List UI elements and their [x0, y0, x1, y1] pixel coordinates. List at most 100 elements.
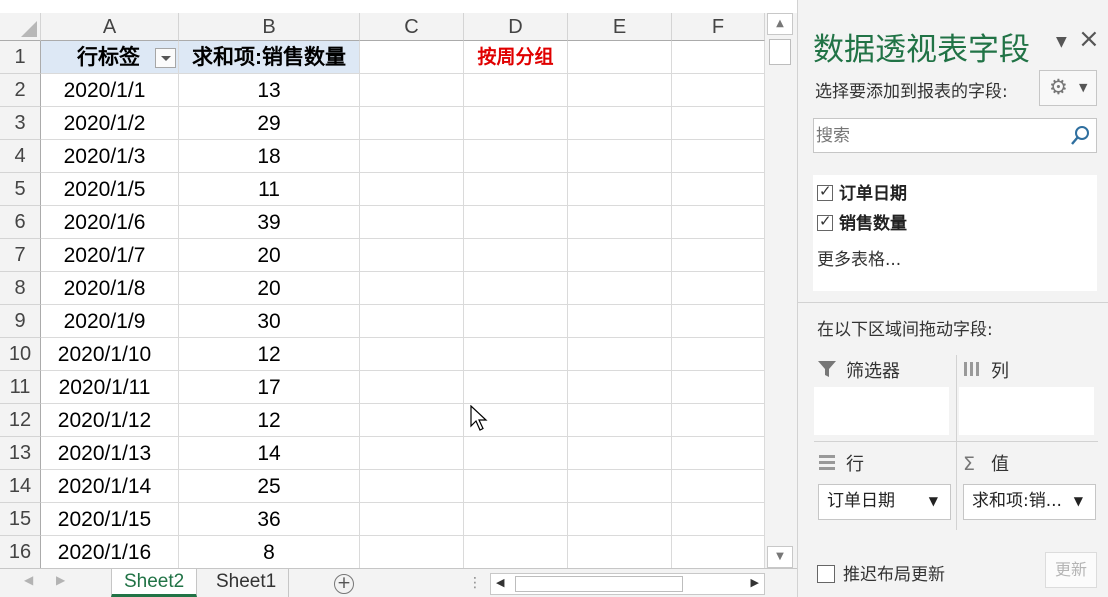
vertical-scroll-thumb[interactable] [769, 39, 791, 65]
field-search-input[interactable] [816, 122, 1066, 149]
row-header[interactable]: 2 [0, 74, 41, 107]
cell-f13[interactable] [672, 437, 765, 470]
tab-scroll-right-icon[interactable]: ▶ [56, 573, 65, 587]
row-header[interactable]: 8 [0, 272, 41, 305]
cell-e2[interactable] [568, 74, 672, 107]
cell-f8[interactable] [672, 272, 765, 305]
pivot-row-qty[interactable]: 30 [179, 305, 360, 338]
cell-c4[interactable] [360, 140, 464, 173]
cell-f14[interactable] [672, 470, 765, 503]
pivot-row-date[interactable]: 2020/1/12 [41, 404, 179, 437]
values-field-sum-qty[interactable]: 求和项:销... ▼ [963, 484, 1096, 520]
pivot-row-date[interactable]: 2020/1/13 [41, 437, 179, 470]
cell-c3[interactable] [360, 107, 464, 140]
horizontal-scrollbar[interactable]: ◀ ▶ [490, 573, 765, 595]
column-header-a[interactable]: A [41, 13, 179, 41]
row-header[interactable]: 13 [0, 437, 41, 470]
cell-f16[interactable] [672, 536, 765, 568]
cell-grid[interactable]: 行标签 求和项:销售数量 按周分组 2020/1/1 13 2020/1/2 29 2020/… [41, 41, 765, 568]
cell-c9[interactable] [360, 305, 464, 338]
cell-c7[interactable] [360, 239, 464, 272]
cell-e8[interactable] [568, 272, 672, 305]
pivot-row-qty[interactable]: 12 [179, 404, 360, 437]
pivot-row-qty[interactable]: 25 [179, 470, 360, 503]
cell-e6[interactable] [568, 206, 672, 239]
cell-d5[interactable] [464, 173, 568, 206]
cell-c6[interactable] [360, 206, 464, 239]
row-header[interactable]: 3 [0, 107, 41, 140]
chevron-down-icon[interactable]: ▼ [929, 485, 938, 518]
search-icon[interactable] [1070, 125, 1090, 147]
columns-drop-zone[interactable] [959, 387, 1094, 435]
pivot-row-qty[interactable]: 20 [179, 239, 360, 272]
tab-sheet2[interactable]: Sheet2 [111, 569, 198, 597]
cell-e9[interactable] [568, 305, 672, 338]
cell-d2[interactable] [464, 74, 568, 107]
cell-e10[interactable] [568, 338, 672, 371]
field-checkbox-order-date[interactable] [817, 182, 833, 201]
cell-e13[interactable] [568, 437, 672, 470]
cell-f11[interactable] [672, 371, 765, 404]
column-header-f[interactable]: F [672, 13, 765, 41]
pivot-row-date[interactable]: 2020/1/3 [41, 140, 179, 173]
defer-layout-checkbox[interactable] [817, 565, 835, 583]
pivot-row-qty[interactable]: 11 [179, 173, 360, 206]
row-header[interactable]: 11 [0, 371, 41, 404]
cell-d4[interactable] [464, 140, 568, 173]
cell-f9[interactable] [672, 305, 765, 338]
cell-d6[interactable] [464, 206, 568, 239]
group-by-week-note[interactable]: 按周分组 [464, 41, 568, 74]
pivot-value-header[interactable]: 求和项:销售数量 [179, 41, 360, 74]
cell-d13[interactable] [464, 437, 568, 470]
cell-d11[interactable] [464, 371, 568, 404]
pivot-row-date[interactable]: 2020/1/6 [41, 206, 179, 239]
pivot-row-date[interactable]: 2020/1/10 [41, 338, 179, 371]
cell-e15[interactable] [568, 503, 672, 536]
cell-e14[interactable] [568, 470, 672, 503]
cell-d15[interactable] [464, 503, 568, 536]
pivot-row-date[interactable]: 2020/1/15 [41, 503, 179, 536]
cell-d16[interactable] [464, 536, 568, 568]
row-header[interactable]: 16 [0, 536, 41, 569]
cell-f6[interactable] [672, 206, 765, 239]
pivot-row-qty[interactable]: 13 [179, 74, 360, 107]
cell-d9[interactable] [464, 305, 568, 338]
field-layout-settings-button[interactable]: ⚙ ▼ [1039, 70, 1097, 106]
cell-e16[interactable] [568, 536, 672, 568]
row-header[interactable]: 5 [0, 173, 41, 206]
vertical-scrollbar[interactable]: ▲ ▼ [765, 13, 797, 568]
cell-e12[interactable] [568, 404, 672, 437]
cell-c5[interactable] [360, 173, 464, 206]
pivot-row-qty[interactable]: 8 [179, 536, 360, 568]
row-header[interactable]: 9 [0, 305, 41, 338]
row-header[interactable]: 14 [0, 470, 41, 503]
cell-f3[interactable] [672, 107, 765, 140]
column-header-b[interactable]: B [179, 13, 360, 41]
cell-e7[interactable] [568, 239, 672, 272]
pivot-row-qty[interactable]: 39 [179, 206, 360, 239]
pivot-row-qty[interactable]: 20 [179, 272, 360, 305]
cell-c1[interactable] [360, 41, 464, 74]
update-button[interactable]: 更新 [1045, 552, 1097, 588]
horizontal-scroll-thumb[interactable] [515, 576, 683, 592]
row-header[interactable]: 15 [0, 503, 41, 536]
cell-f15[interactable] [672, 503, 765, 536]
more-tables-link[interactable]: 更多表格... [817, 245, 901, 270]
pivot-row-qty[interactable]: 18 [179, 140, 360, 173]
pivot-row-date[interactable]: 2020/1/2 [41, 107, 179, 140]
row-header[interactable]: 12 [0, 404, 41, 437]
field-checkbox-sales-qty[interactable] [817, 212, 833, 231]
cell-f5[interactable] [672, 173, 765, 206]
pivot-row-qty[interactable]: 14 [179, 437, 360, 470]
cell-f7[interactable] [672, 239, 765, 272]
close-icon[interactable]: × [1078, 24, 1100, 54]
pivot-row-date[interactable]: 2020/1/8 [41, 272, 179, 305]
cell-f1[interactable] [672, 41, 765, 74]
add-sheet-icon[interactable]: + [334, 574, 354, 594]
row-header[interactable]: 1 [0, 41, 41, 74]
panel-options-dropdown-icon[interactable]: ▼ [1056, 34, 1067, 50]
pivot-row-qty[interactable]: 29 [179, 107, 360, 140]
scroll-down-arrow[interactable]: ▼ [767, 546, 793, 568]
cell-c11[interactable] [360, 371, 464, 404]
row-header[interactable]: 7 [0, 239, 41, 272]
